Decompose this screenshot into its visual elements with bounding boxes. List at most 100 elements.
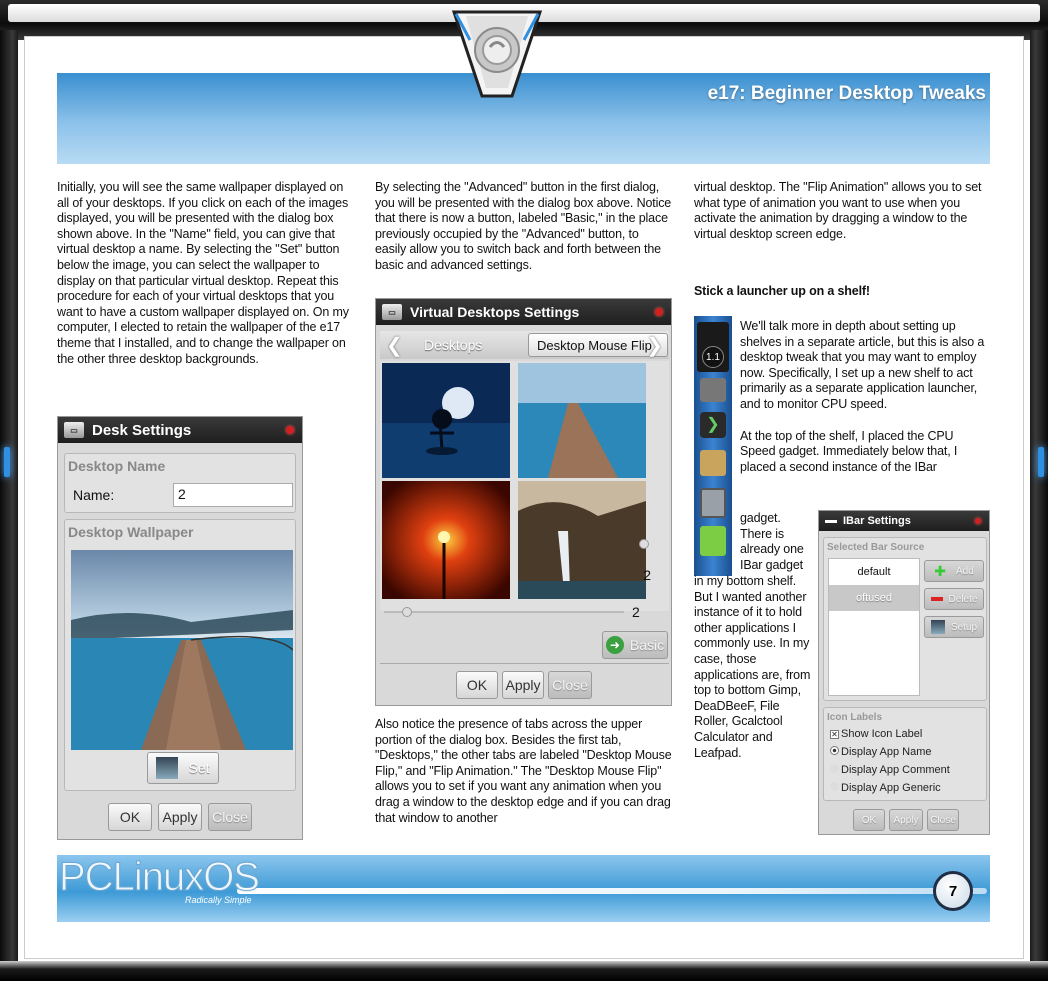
vertical-count: 2 <box>643 567 651 583</box>
apply-button[interactable]: Apply <box>158 803 202 831</box>
section-heading: Stick a launcher up on a shelf! <box>694 284 870 298</box>
text-line: But I wanted another <box>694 589 807 604</box>
plus-icon: ✚ <box>934 562 946 579</box>
column-2-text-bottom: Also notice the presence of tabs across … <box>375 717 673 826</box>
close-button[interactable]: Close <box>548 671 592 699</box>
text-line: instance of it to hold <box>694 605 802 620</box>
option-label: Display App Name <box>841 746 932 758</box>
option-label: Display App Comment <box>841 764 950 776</box>
option-label: Display App Generic <box>841 782 941 794</box>
column-3-text-narrow: gadget. There is already one IBar gadget <box>740 511 820 573</box>
desktop-wallpaper-group: Desktop Wallpaper Set <box>64 519 296 791</box>
add-button-label: Add <box>955 565 974 577</box>
monitor-icon <box>156 757 179 779</box>
desktop-thumbnail-1[interactable] <box>382 363 510 478</box>
ok-button[interactable]: OK <box>108 803 152 831</box>
apply-button[interactable]: Apply <box>889 809 923 831</box>
text-line: commonly use. In my <box>694 636 810 651</box>
tab-scroll-right-icon[interactable]: ❯ <box>646 333 663 358</box>
arrow-right-icon: ➜ <box>605 636 624 654</box>
desk-settings-title: Desk Settings <box>92 421 192 439</box>
text-line: gadget. <box>740 511 781 525</box>
article-title: e17: Beginner Desktop Tweaks <box>707 83 986 104</box>
window-icon: ▭ <box>64 422 84 438</box>
ok-button[interactable]: OK <box>456 671 498 699</box>
desktop-thumbnail-2[interactable] <box>518 363 646 478</box>
desk-settings-dialog: ▭ Desk Settings Desktop Name Name: 2 Des… <box>57 416 303 840</box>
close-dot-icon[interactable] <box>975 518 981 524</box>
desktop-thumbnail-4[interactable] <box>518 481 646 599</box>
basic-button-label: Basic <box>629 637 665 653</box>
footer-swoosh <box>237 888 987 894</box>
close-dot-icon[interactable] <box>655 308 663 316</box>
text-line: There is <box>740 526 784 541</box>
virtual-desktops-titlebar: ▭ Virtual Desktops Settings <box>376 299 671 325</box>
icon-labels-label: Icon Labels <box>827 712 883 723</box>
display-app-comment-radio[interactable]: Display App Comment <box>830 764 950 776</box>
column-3-text-bottom: in my bottom shelf. But I wanted another… <box>694 574 818 761</box>
display-app-generic-radio[interactable]: Display App Generic <box>830 782 941 794</box>
text-line: applications are, from <box>694 667 811 682</box>
selected-bar-source-label: Selected Bar Source <box>827 542 925 553</box>
radio-icon <box>830 782 839 791</box>
column-3-paragraph-2: We'll talk more in depth about setting u… <box>740 319 985 411</box>
source-list: default oftused <box>828 558 920 696</box>
frame-left <box>0 30 18 981</box>
deadbeef-icon[interactable]: ❯ <box>700 412 726 438</box>
source-item-default[interactable]: default <box>829 559 919 585</box>
display-app-name-radio[interactable]: Display App Name <box>830 746 932 758</box>
set-button-label: Set <box>188 760 210 776</box>
radio-selected-icon <box>830 746 839 755</box>
show-icon-label-checkbox[interactable]: ✕ Show Icon Label <box>830 728 922 740</box>
tab-bar: ❮ Desktops Desktop Mouse Flip ❯ <box>380 331 669 359</box>
setup-button[interactable]: Setup <box>924 616 984 638</box>
column-3-text-middle: We'll talk more in depth about setting u… <box>740 319 990 475</box>
tab-desktops[interactable]: Desktops <box>424 337 482 353</box>
horizontal-slider-knob[interactable] <box>402 607 412 617</box>
logo-tagline: Radically Simple <box>185 895 252 905</box>
name-input[interactable]: 2 <box>173 483 293 507</box>
column-2-paragraph-1: By selecting the "Advanced" button in th… <box>375 180 672 272</box>
text-line: top to bottom Gimp, <box>694 683 801 698</box>
desktop-name-group-label: Desktop Name <box>68 458 166 474</box>
source-item-oftused[interactable]: oftused <box>829 585 919 611</box>
close-button[interactable]: Close <box>927 809 959 831</box>
minus-icon <box>930 597 943 601</box>
calculator-icon[interactable] <box>700 488 726 518</box>
delete-button-label: Delete <box>948 593 978 605</box>
virtual-desktops-title: Virtual Desktops Settings <box>410 304 580 320</box>
window-icon: ▭ <box>382 304 402 320</box>
gimp-icon[interactable] <box>700 378 726 402</box>
ibar-settings-title: IBar Settings <box>843 515 911 527</box>
horizontal-slider-track[interactable] <box>384 611 624 613</box>
divider <box>380 663 669 664</box>
file-roller-icon[interactable] <box>700 450 726 476</box>
basic-button[interactable]: ➜ Basic <box>602 631 668 659</box>
set-button[interactable]: Set <box>147 752 219 784</box>
selected-bar-source-group: Selected Bar Source default oftused ✚ Add… <box>823 537 987 701</box>
wallpaper-preview-image[interactable] <box>71 550 293 750</box>
cpu-speed-gadget[interactable]: 1.1 <box>697 322 729 372</box>
vertical-slider-knob[interactable] <box>639 539 649 549</box>
virtual-desktops-dialog: ▭ Virtual Desktops Settings ❮ Desktops D… <box>375 298 672 706</box>
horizontal-count: 2 <box>632 604 640 620</box>
apply-button[interactable]: Apply <box>502 671 544 699</box>
cpu-speed-value: 1.1 <box>702 346 724 368</box>
add-button[interactable]: ✚ Add <box>924 560 984 582</box>
column-2-paragraph-2: Also notice the presence of tabs across … <box>375 717 672 825</box>
delete-button[interactable]: Delete <box>924 588 984 610</box>
text-line: case, those <box>694 651 757 666</box>
top-emblem-icon <box>451 10 543 98</box>
column-3-text-top: virtual desktop. The "Flip Animation" al… <box>694 180 988 242</box>
ok-button[interactable]: OK <box>853 809 885 831</box>
text-line: other applications I <box>694 620 796 635</box>
tab-scroll-left-icon[interactable]: ❮ <box>386 333 403 358</box>
text-line: in my bottom shelf. <box>694 574 797 588</box>
close-dot-icon[interactable] <box>286 426 294 434</box>
text-line: Calculator and <box>694 729 773 744</box>
desktop-thumbnail-3[interactable] <box>382 481 510 599</box>
leafpad-icon[interactable] <box>700 526 726 556</box>
ibar-settings-dialog: IBar Settings Selected Bar Source defaul… <box>818 510 990 835</box>
frame-right <box>1030 30 1048 981</box>
close-button[interactable]: Close <box>208 803 252 831</box>
